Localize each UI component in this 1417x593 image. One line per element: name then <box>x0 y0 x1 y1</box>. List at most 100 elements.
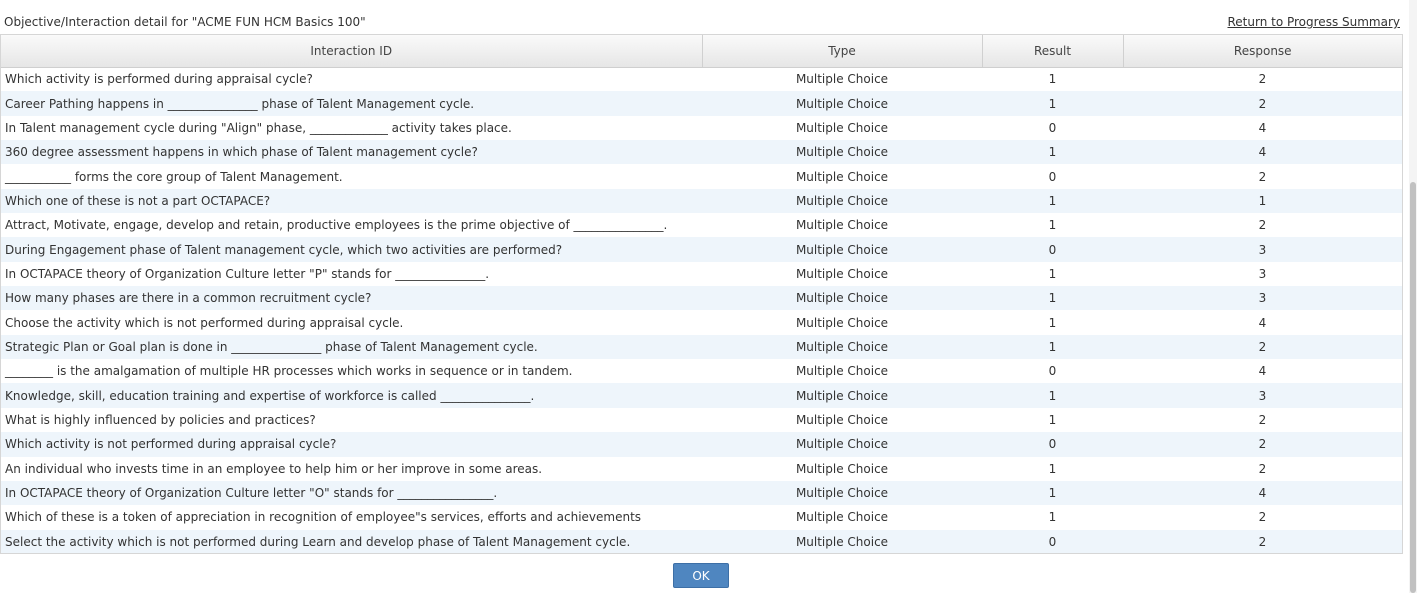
cell-response: 4 <box>1123 115 1402 141</box>
table-header-row: Interaction ID Type Result Response <box>1 35 1402 68</box>
cell-type: Multiple Choice <box>702 91 982 116</box>
cell-type: Multiple Choice <box>702 529 982 553</box>
cell-result: 1 <box>982 67 1123 92</box>
cell-response: 4 <box>1123 359 1402 384</box>
table-row[interactable]: How many phases are there in a common re… <box>1 286 1402 311</box>
cell-interaction-id: During Engagement phase of Talent manage… <box>1 237 702 262</box>
table-row[interactable]: During Engagement phase of Talent manage… <box>1 237 1402 262</box>
column-header-type[interactable]: Type <box>702 35 983 68</box>
cell-type: Multiple Choice <box>702 140 982 165</box>
cell-response: 4 <box>1123 310 1402 335</box>
cell-type: Multiple Choice <box>702 67 982 92</box>
cell-interaction-id: Knowledge, skill, education training and… <box>1 383 702 408</box>
cell-result: 1 <box>982 407 1123 433</box>
cell-response: 3 <box>1123 286 1402 311</box>
cell-type: Multiple Choice <box>702 237 982 262</box>
table-row[interactable]: Career Pathing happens in ______________… <box>1 91 1402 116</box>
cell-response: 3 <box>1123 383 1402 408</box>
cell-interaction-id: Select the activity which is not perform… <box>1 529 702 553</box>
cell-result: 0 <box>982 164 1123 189</box>
table-row[interactable]: Select the activity which is not perform… <box>1 529 1402 553</box>
cell-response: 2 <box>1123 529 1402 553</box>
return-to-progress-summary-link[interactable]: Return to Progress Summary <box>1227 15 1400 29</box>
cell-result: 0 <box>982 237 1123 262</box>
cell-type: Multiple Choice <box>702 359 982 384</box>
cell-interaction-id: Which activity is not performed during a… <box>1 432 702 457</box>
page-title: Objective/Interaction detail for "ACME F… <box>4 15 366 29</box>
table-row[interactable]: In OCTAPACE theory of Organization Cultu… <box>1 480 1402 506</box>
cell-result: 1 <box>982 140 1123 165</box>
table-row[interactable]: ________ is the amalgamation of multiple… <box>1 359 1402 384</box>
cell-type: Multiple Choice <box>702 456 982 481</box>
cell-type: Multiple Choice <box>702 261 982 287</box>
cell-interaction-id: How many phases are there in a common re… <box>1 286 702 311</box>
table-row[interactable]: An individual who invests time in an emp… <box>1 456 1402 481</box>
table-row[interactable]: ___________ forms the core group of Tale… <box>1 164 1402 189</box>
cell-response: 3 <box>1123 261 1402 287</box>
cell-response: 4 <box>1123 140 1402 165</box>
cell-type: Multiple Choice <box>702 383 982 408</box>
cell-interaction-id: Which of these is a token of appreciatio… <box>1 505 702 530</box>
cell-interaction-id: Choose the activity which is not perform… <box>1 310 702 335</box>
interaction-table: Interaction ID Type Result Response Whic… <box>1 35 1402 553</box>
cell-result: 1 <box>982 91 1123 116</box>
table-row[interactable]: Attract, Motivate, engage, develop and r… <box>1 213 1402 238</box>
table-row[interactable]: 360 degree assessment happens in which p… <box>1 140 1402 165</box>
cell-type: Multiple Choice <box>702 407 982 433</box>
header-bar: Objective/Interaction detail for "ACME F… <box>0 12 1404 32</box>
cell-type: Multiple Choice <box>702 286 982 311</box>
cell-response: 2 <box>1123 505 1402 530</box>
cell-response: 2 <box>1123 456 1402 481</box>
cell-interaction-id: In OCTAPACE theory of Organization Cultu… <box>1 480 702 506</box>
vertical-scrollbar[interactable] <box>1409 0 1417 593</box>
table-row[interactable]: In Talent management cycle during "Align… <box>1 115 1402 141</box>
cell-interaction-id: Career Pathing happens in ______________… <box>1 91 702 116</box>
cell-interaction-id: In Talent management cycle during "Align… <box>1 115 702 141</box>
cell-type: Multiple Choice <box>702 310 982 335</box>
cell-response: 2 <box>1123 432 1402 457</box>
ok-button[interactable]: OK <box>673 563 729 588</box>
cell-type: Multiple Choice <box>702 188 982 214</box>
cell-interaction-id: What is highly influenced by policies an… <box>1 407 702 433</box>
cell-result: 0 <box>982 359 1123 384</box>
cell-response: 2 <box>1123 164 1402 189</box>
column-header-interaction-id[interactable]: Interaction ID <box>1 35 703 68</box>
table-row[interactable]: What is highly influenced by policies an… <box>1 407 1402 433</box>
cell-result: 0 <box>982 529 1123 553</box>
cell-interaction-id: Which one of these is not a part OCTAPAC… <box>1 188 702 214</box>
cell-result: 1 <box>982 456 1123 481</box>
cell-response: 3 <box>1123 237 1402 262</box>
cell-result: 1 <box>982 505 1123 530</box>
cell-result: 1 <box>982 286 1123 311</box>
cell-response: 2 <box>1123 407 1402 433</box>
cell-type: Multiple Choice <box>702 213 982 238</box>
scrollbar-thumb[interactable] <box>1410 182 1416 593</box>
cell-interaction-id: In OCTAPACE theory of Organization Cultu… <box>1 261 702 287</box>
table-row[interactable]: Which one of these is not a part OCTAPAC… <box>1 188 1402 214</box>
cell-response: 2 <box>1123 91 1402 116</box>
table-row[interactable]: Knowledge, skill, education training and… <box>1 383 1402 408</box>
column-header-response[interactable]: Response <box>1123 35 1402 68</box>
cell-interaction-id: Strategic Plan or Goal plan is done in _… <box>1 334 702 360</box>
cell-type: Multiple Choice <box>702 115 982 141</box>
cell-type: Multiple Choice <box>702 164 982 189</box>
cell-interaction-id: An individual who invests time in an emp… <box>1 456 702 481</box>
cell-result: 0 <box>982 115 1123 141</box>
table-row[interactable]: Strategic Plan or Goal plan is done in _… <box>1 334 1402 360</box>
column-header-result[interactable]: Result <box>982 35 1124 68</box>
cell-response: 4 <box>1123 480 1402 506</box>
table-row[interactable]: Choose the activity which is not perform… <box>1 310 1402 335</box>
interaction-detail-page: Objective/Interaction detail for "ACME F… <box>0 0 1417 593</box>
cell-result: 1 <box>982 310 1123 335</box>
cell-type: Multiple Choice <box>702 505 982 530</box>
cell-interaction-id: Attract, Motivate, engage, develop and r… <box>1 213 702 238</box>
table-row[interactable]: Which activity is performed during appra… <box>1 67 1402 92</box>
table-row[interactable]: In OCTAPACE theory of Organization Cultu… <box>1 261 1402 287</box>
cell-type: Multiple Choice <box>702 480 982 506</box>
table-row[interactable]: Which of these is a token of appreciatio… <box>1 505 1402 530</box>
cell-result: 1 <box>982 334 1123 360</box>
cell-result: 1 <box>982 261 1123 287</box>
cell-response: 2 <box>1123 213 1402 238</box>
cell-result: 1 <box>982 213 1123 238</box>
table-row[interactable]: Which activity is not performed during a… <box>1 432 1402 457</box>
